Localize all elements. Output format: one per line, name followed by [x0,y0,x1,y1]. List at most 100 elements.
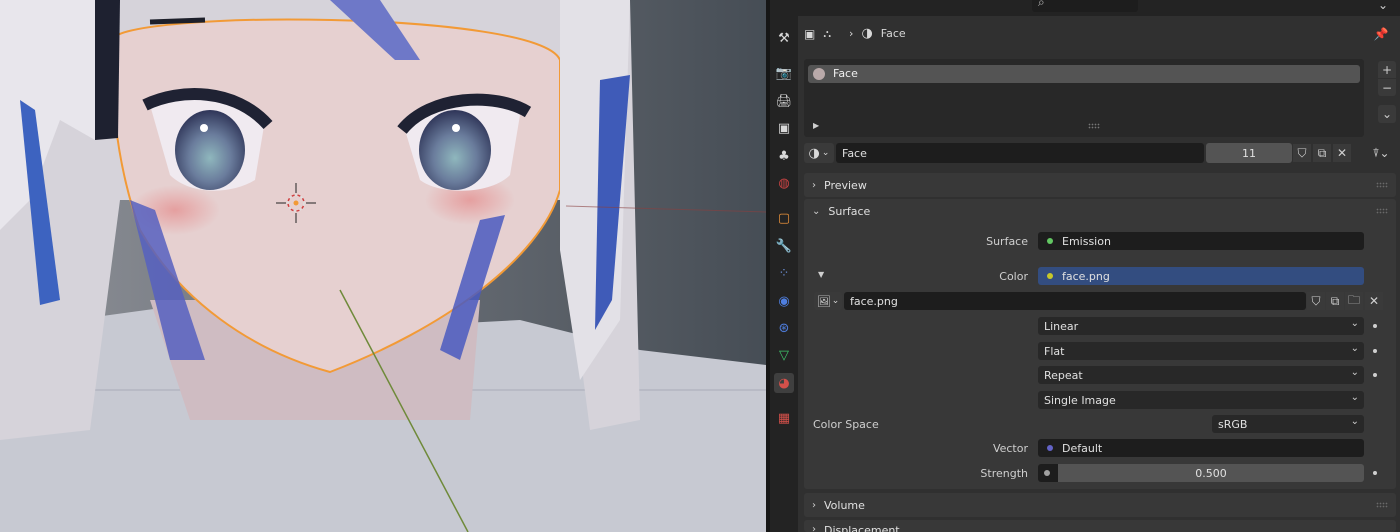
strength-slider[interactable]: 0.500 [1058,464,1364,482]
dropdown-value: Linear [1044,319,1079,333]
chevron-right-icon: › [812,179,816,191]
panel-title: Surface [828,204,871,218]
3d-viewport[interactable] [0,0,766,532]
open-folder-icon[interactable]: 🗀 [1345,292,1363,310]
source-dropdown[interactable]: Single Image ⌄ [1038,391,1364,409]
strength-socket-icon [1044,470,1050,476]
world-tab-icon[interactable]: ◍ [774,173,794,193]
drag-grip-icon[interactable] [1376,182,1388,188]
drag-grip-icon[interactable] [1376,502,1388,508]
physics-tab-icon[interactable]: ◉ [774,291,794,311]
properties-tabs: ⚒ 📷 🖨 ▣ ♣ ◍ ▢ 🔧 ⁘ ◉ ⊛ ▽ ◕ ▦ [770,0,798,532]
extension-dropdown[interactable]: Repeat ⌄ [1038,366,1364,384]
mesh-icon: ⛬ [823,26,832,40]
view-layer-tab-icon[interactable]: ▣ [774,118,794,138]
chevron-down-icon: ⌄ [1350,367,1359,378]
color-input-field[interactable]: face.png [1038,267,1364,285]
add-slot-button[interactable]: + [1378,61,1396,78]
node-link-icon[interactable]: ⍒⌄ [1368,144,1394,162]
displacement-panel-header[interactable]: › Displacement [804,520,1396,532]
output-tab-icon[interactable]: 🖨 [774,91,794,111]
image-icon: 🖼 [816,294,831,308]
panel-title: Displacement [824,524,900,532]
panel-title: Volume [824,498,865,512]
material-slot-list[interactable]: Face ▶ [804,59,1364,137]
chevron-down-icon: ⌄ [1350,392,1359,403]
scene-tab-icon[interactable]: ♣ [774,146,794,166]
constraints-tab-icon[interactable]: ⊛ [774,318,794,338]
panel-title: Preview [824,178,867,192]
expand-arrow-icon[interactable]: ▶ [813,121,819,130]
surface-label: Surface [986,235,1028,248]
vector-socket-icon [1047,445,1053,451]
chevron-down-icon: ⌄ [1350,416,1359,427]
browse-image-button[interactable]: 🖼 ⌄ [814,292,842,310]
vector-input-field[interactable]: Default [1038,439,1364,457]
image-name-field[interactable]: face.png [844,292,1306,310]
chevron-right-icon: › [812,524,816,532]
browse-material-button[interactable]: ◑ ⌄ [804,143,834,163]
remove-slot-button[interactable]: − [1378,79,1396,96]
color-value: face.png [1062,269,1110,283]
preview-panel-header[interactable]: › Preview [804,173,1396,197]
drag-grip-icon[interactable] [1376,208,1388,214]
unlink-close-icon[interactable]: ✕ [1333,144,1351,162]
object-icon: ▣ [804,26,816,41]
vector-value: Default [1062,441,1103,455]
breadcrumb-item: Face [880,27,906,40]
keyframe-dot-icon[interactable] [1373,471,1377,475]
emission-socket-icon [1047,238,1053,244]
texture-tab-icon[interactable]: ▦ [774,408,794,428]
surface-value: Emission [1062,234,1111,248]
surface-shader-field[interactable]: Emission [1038,232,1364,250]
color-socket-icon [1047,273,1053,279]
modifier-tab-icon[interactable]: 🔧 [774,236,794,256]
keyframe-dot-icon[interactable] [1373,324,1377,328]
particles-tab-icon[interactable]: ⁘ [774,263,794,283]
resize-grip-icon[interactable] [1088,123,1100,129]
dropdown-value: Flat [1044,344,1065,358]
projection-dropdown[interactable]: Flat ⌄ [1038,342,1364,360]
duplicate-image-icon[interactable]: ⧉ [1326,292,1344,310]
interpolation-dropdown[interactable]: Linear ⌄ [1038,317,1364,335]
material-icon: ◑ [861,26,873,41]
tool-tab-icon[interactable]: ⚒ [774,28,794,48]
dropdown-value: sRGB [1218,417,1248,431]
color-label: Color [999,270,1028,283]
volume-panel-header[interactable]: › Volume [804,493,1396,517]
render-tab-icon[interactable]: 📷 [774,63,794,83]
keyframe-dot-icon[interactable] [1373,349,1377,353]
chevron-down-icon: ⌄ [821,148,830,158]
fake-user-shield-icon[interactable]: ⛉ [1307,292,1325,310]
material-users-count[interactable]: 11 [1206,143,1292,163]
dropdown-value: Repeat [1044,368,1083,382]
list-item[interactable]: Face [808,65,1360,83]
strength-socket[interactable] [1038,464,1058,482]
strength-label: Strength [980,467,1028,480]
material-tab-icon[interactable]: ◕ [774,373,794,393]
surface-panel-header[interactable]: ⌄ Surface [804,199,1396,223]
chevron-right-icon: › [849,27,854,40]
object-tab-icon[interactable]: ▢ [774,208,794,228]
vector-label: Vector [992,442,1028,455]
chevron-right-icon: › [812,499,816,511]
viewport-render [0,0,766,532]
color-space-dropdown[interactable]: sRGB ⌄ [1212,415,1364,433]
chevron-down-icon: ⌄ [1350,343,1359,354]
fake-user-shield-icon[interactable]: ⛉ [1293,144,1311,162]
slot-specials-button[interactable]: ⌄ [1378,105,1396,123]
material-preview-icon [813,68,825,80]
data-tab-icon[interactable]: ▽ [774,345,794,365]
keyframe-dot-icon[interactable] [1373,373,1377,377]
material-sphere-icon: ◑ [808,145,820,161]
duplicate-material-icon[interactable]: ⧉ [1313,144,1331,162]
chevron-down-icon: ⌄ [831,296,840,306]
list-item-label: Face [833,67,858,80]
unlink-close-icon[interactable]: ✕ [1365,292,1383,310]
color-space-label: Color Space [813,418,879,431]
material-name-field[interactable]: Face [836,143,1204,163]
breadcrumb: ▣ ⛬ › ◑ Face [804,26,906,41]
chevron-down-icon: ⌄ [1350,318,1359,329]
pin-icon[interactable]: 📌 [1372,25,1390,43]
collapse-arrow-icon[interactable]: ▼ [818,270,824,279]
